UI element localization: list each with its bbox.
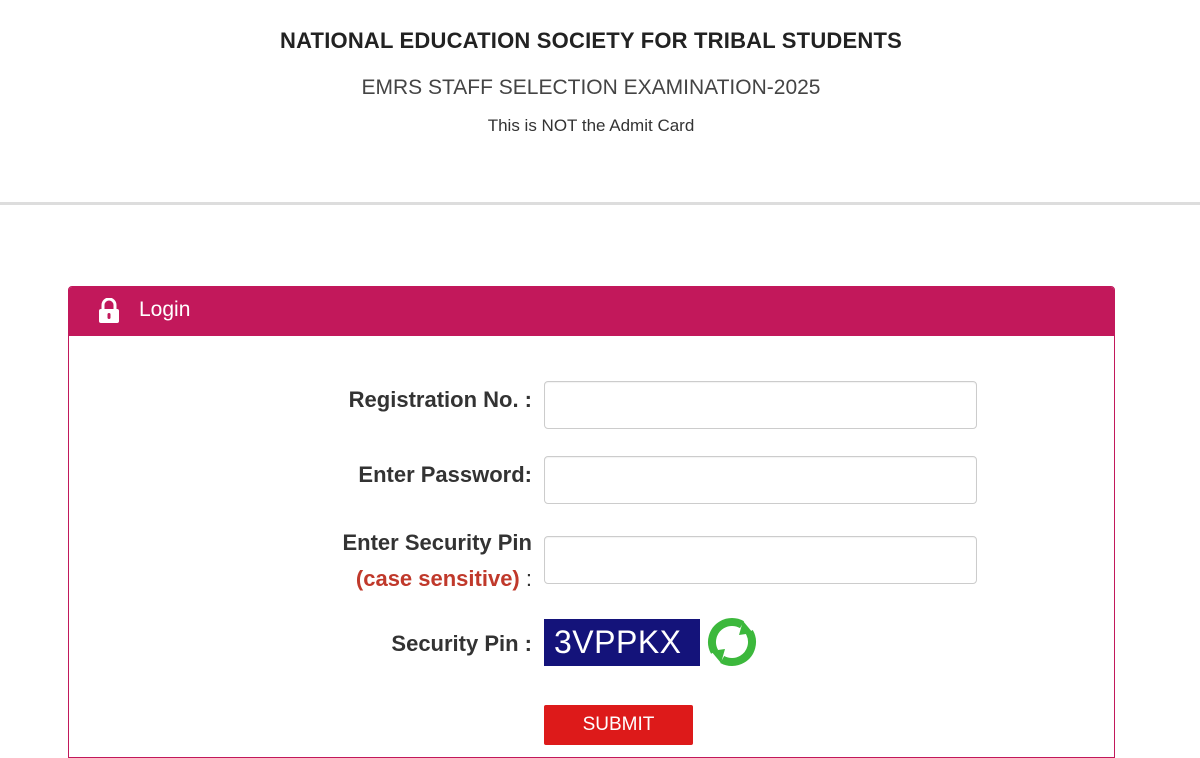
security-pin-case-note: (case sensitive) : [356, 566, 532, 592]
password-label-wrap: Enter Password: [69, 462, 532, 492]
login-panel-title: Login [139, 298, 191, 321]
exam-title: EMRS STAFF SELECTION EXAMINATION-2025 [361, 76, 821, 99]
captcha-label: Security Pin : [391, 631, 532, 656]
password-input[interactable] [544, 456, 977, 504]
captcha-image: 3VPPKX [544, 619, 700, 666]
lock-icon [99, 298, 119, 323]
captcha-label-wrap: Security Pin : [69, 631, 532, 661]
login-panel-header: Login [69, 287, 1114, 336]
login-panel: Login Registration No. : Enter Password:… [68, 286, 1115, 758]
case-sensitive-note: (case sensitive) [355, 566, 520, 591]
security-pin-input[interactable] [544, 536, 977, 584]
submit-button[interactable]: SUBMIT [544, 705, 693, 745]
security-pin-label: Enter Security Pin [342, 530, 532, 555]
header-divider [0, 202, 1200, 205]
registration-label: Registration No. : [348, 387, 532, 412]
page-header: NATIONAL EDUCATION SOCIETY FOR TRIBAL ST… [0, 0, 1200, 204]
password-label: Enter Password: [358, 462, 532, 487]
refresh-icon[interactable] [707, 617, 757, 667]
security-pin-label-wrap: Enter Security Pin [69, 530, 532, 560]
registration-input[interactable] [544, 381, 977, 429]
org-title: NATIONAL EDUCATION SOCIETY FOR TRIBAL ST… [280, 28, 902, 53]
admit-card-notice: This is NOT the Admit Card [487, 116, 695, 135]
security-pin-case-wrap: (case sensitive) : [69, 566, 532, 596]
registration-label-wrap: Registration No. : [69, 387, 532, 417]
security-pin-colon: : [519, 566, 532, 591]
